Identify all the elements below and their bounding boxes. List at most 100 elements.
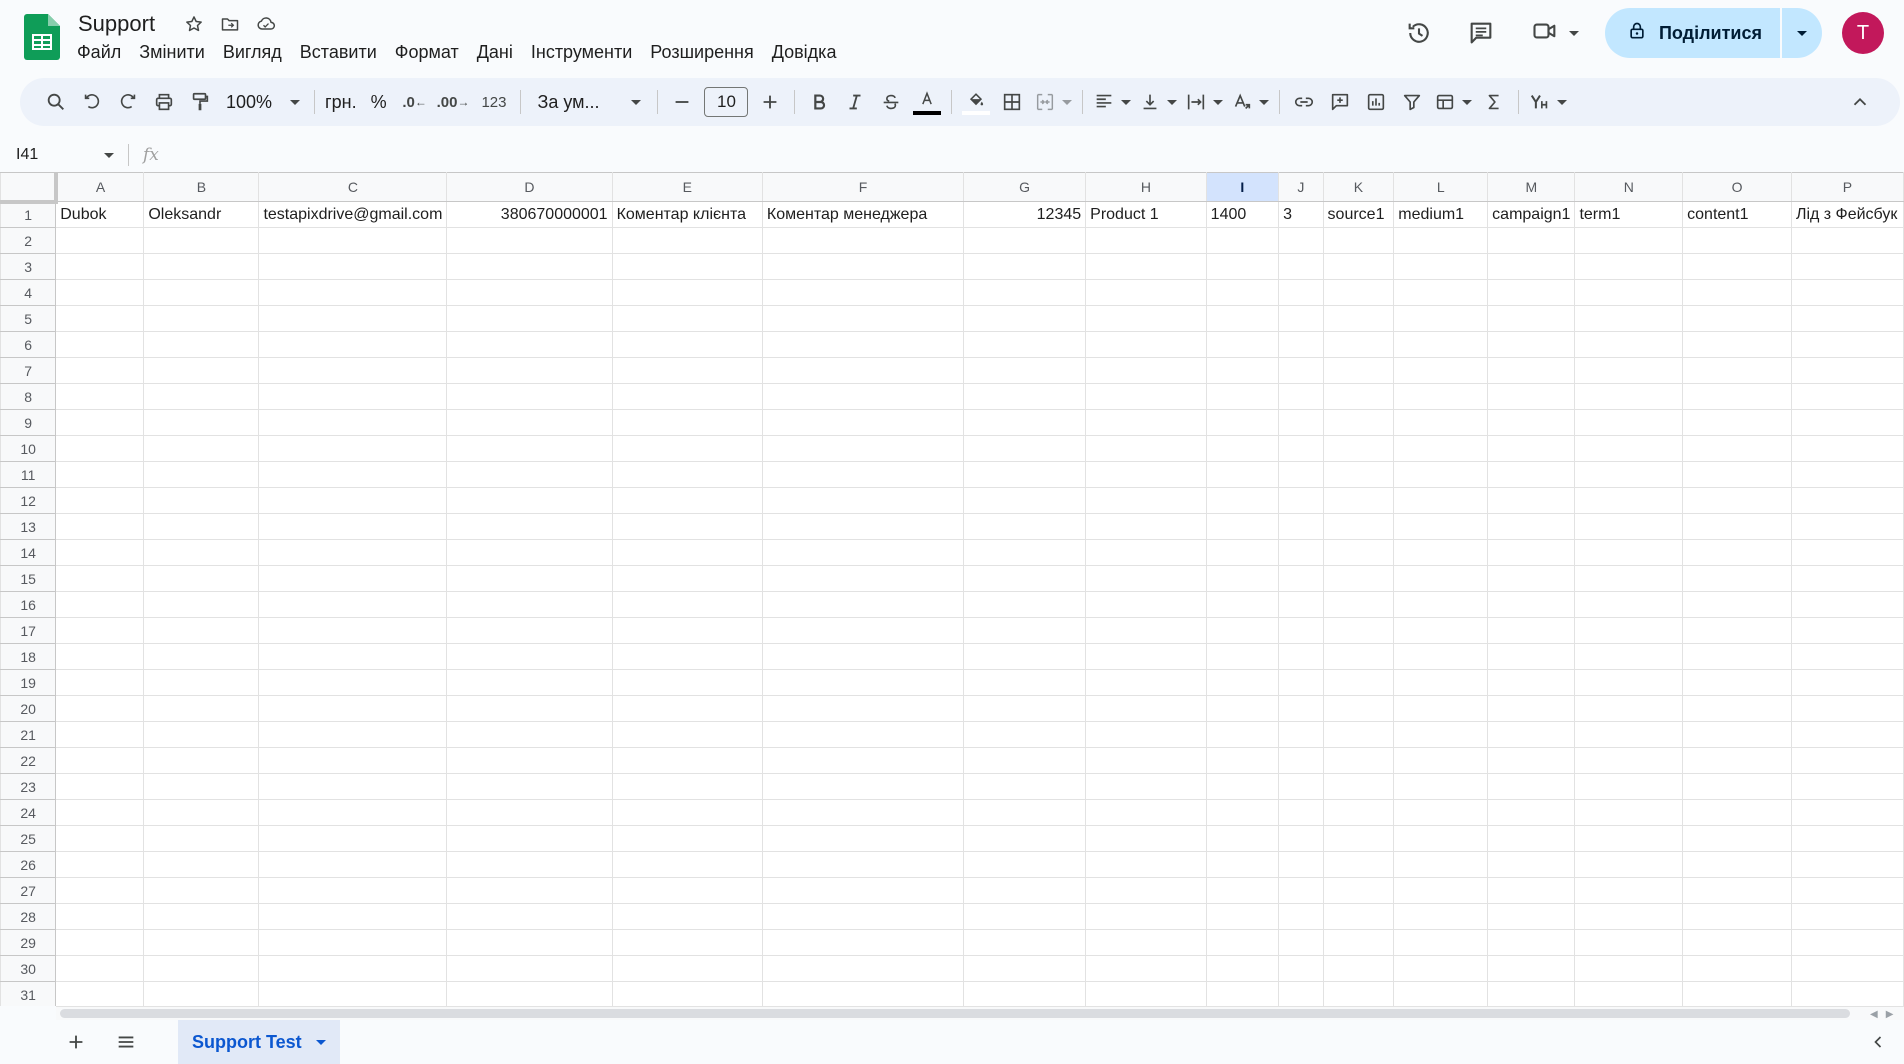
cell[interactable] — [1487, 409, 1576, 436]
cell[interactable] — [611, 721, 763, 748]
cell[interactable] — [258, 903, 448, 930]
row-header[interactable]: 27 — [0, 877, 57, 904]
cell[interactable] — [1085, 799, 1207, 826]
cell[interactable] — [1790, 981, 1904, 1006]
cell[interactable] — [1393, 513, 1489, 540]
cell[interactable] — [963, 357, 1087, 384]
column-header[interactable]: J — [1278, 172, 1324, 202]
cell[interactable] — [761, 513, 965, 540]
column-header[interactable]: P — [1790, 172, 1904, 202]
cell[interactable] — [761, 591, 965, 618]
cell[interactable] — [258, 721, 448, 748]
cell[interactable] — [446, 851, 613, 878]
cell[interactable] — [446, 669, 613, 696]
cell[interactable] — [611, 825, 763, 852]
cell[interactable] — [1205, 799, 1280, 826]
cell[interactable] — [761, 565, 965, 592]
cell[interactable] — [258, 227, 448, 254]
cell[interactable] — [1487, 799, 1576, 826]
column-header[interactable]: C — [258, 172, 448, 202]
menu-extensions[interactable]: Розширення — [641, 42, 762, 63]
cell[interactable] — [1574, 825, 1684, 852]
column-header[interactable]: I — [1205, 172, 1280, 202]
cell[interactable] — [143, 747, 260, 774]
menu-insert[interactable]: Вставити — [291, 42, 386, 63]
cell[interactable] — [1487, 903, 1576, 930]
cell[interactable] — [1085, 929, 1207, 956]
cell[interactable] — [55, 695, 145, 722]
italic-icon[interactable] — [837, 84, 873, 120]
cell[interactable] — [446, 799, 613, 826]
cell[interactable] — [1393, 487, 1489, 514]
cell[interactable] — [1393, 305, 1489, 332]
cell[interactable] — [1205, 357, 1280, 384]
cell[interactable]: term1 — [1574, 201, 1684, 228]
cell[interactable] — [1790, 513, 1904, 540]
cell[interactable] — [1790, 669, 1904, 696]
cell[interactable] — [258, 591, 448, 618]
cell[interactable] — [446, 435, 613, 462]
vertical-align-icon[interactable] — [1135, 84, 1181, 120]
cell[interactable] — [1393, 409, 1489, 436]
cell[interactable] — [761, 903, 965, 930]
cell[interactable] — [143, 409, 260, 436]
column-header[interactable]: B — [143, 172, 260, 202]
menu-data[interactable]: Дані — [468, 42, 522, 63]
cell[interactable] — [258, 513, 448, 540]
cell[interactable] — [1085, 279, 1207, 306]
cell[interactable] — [963, 539, 1087, 566]
cell[interactable] — [611, 799, 763, 826]
cell[interactable] — [55, 799, 145, 826]
cell[interactable] — [963, 903, 1087, 930]
menu-tools[interactable]: Інструменти — [522, 42, 641, 63]
row-header[interactable]: 1 — [0, 201, 57, 228]
cell[interactable] — [55, 409, 145, 436]
cell[interactable] — [446, 877, 613, 904]
cell[interactable] — [55, 851, 145, 878]
cell[interactable] — [1278, 799, 1324, 826]
bold-icon[interactable] — [801, 84, 837, 120]
cell[interactable] — [1682, 799, 1792, 826]
row-header[interactable]: 12 — [0, 487, 57, 514]
cell[interactable] — [1278, 695, 1324, 722]
name-box[interactable]: I41 — [0, 140, 124, 170]
cell[interactable] — [1205, 721, 1280, 748]
row-header[interactable]: 31 — [0, 981, 57, 1006]
row-header[interactable]: 13 — [0, 513, 57, 540]
cell[interactable] — [1322, 331, 1395, 358]
cell[interactable] — [963, 825, 1087, 852]
cell[interactable] — [1393, 565, 1489, 592]
row-header[interactable]: 11 — [0, 461, 57, 488]
cell[interactable] — [446, 539, 613, 566]
cell[interactable] — [1487, 773, 1576, 800]
version-history-icon[interactable] — [1395, 9, 1443, 57]
cell[interactable] — [143, 981, 260, 1006]
cell[interactable] — [761, 747, 965, 774]
cell[interactable] — [258, 565, 448, 592]
cell[interactable] — [1322, 981, 1395, 1006]
cell[interactable] — [1393, 721, 1489, 748]
cell[interactable] — [258, 331, 448, 358]
cell[interactable] — [1278, 747, 1324, 774]
cell[interactable] — [1278, 383, 1324, 410]
cell[interactable] — [258, 669, 448, 696]
filter-icon[interactable] — [1394, 84, 1430, 120]
cell[interactable] — [761, 955, 965, 982]
cell[interactable] — [1393, 669, 1489, 696]
row-header[interactable]: 30 — [0, 955, 57, 982]
cell[interactable] — [1682, 617, 1792, 644]
cell[interactable] — [143, 955, 260, 982]
row-header[interactable]: 26 — [0, 851, 57, 878]
cell[interactable] — [258, 747, 448, 774]
cell[interactable] — [1085, 695, 1207, 722]
cell[interactable] — [446, 305, 613, 332]
row-header[interactable]: 10 — [0, 435, 57, 462]
cell[interactable] — [611, 747, 763, 774]
cell[interactable] — [1682, 721, 1792, 748]
cell[interactable] — [611, 357, 763, 384]
cell[interactable] — [1487, 487, 1576, 514]
cell[interactable] — [1393, 981, 1489, 1006]
cell[interactable] — [55, 357, 145, 384]
cell[interactable] — [761, 981, 965, 1006]
cell[interactable] — [1790, 461, 1904, 488]
